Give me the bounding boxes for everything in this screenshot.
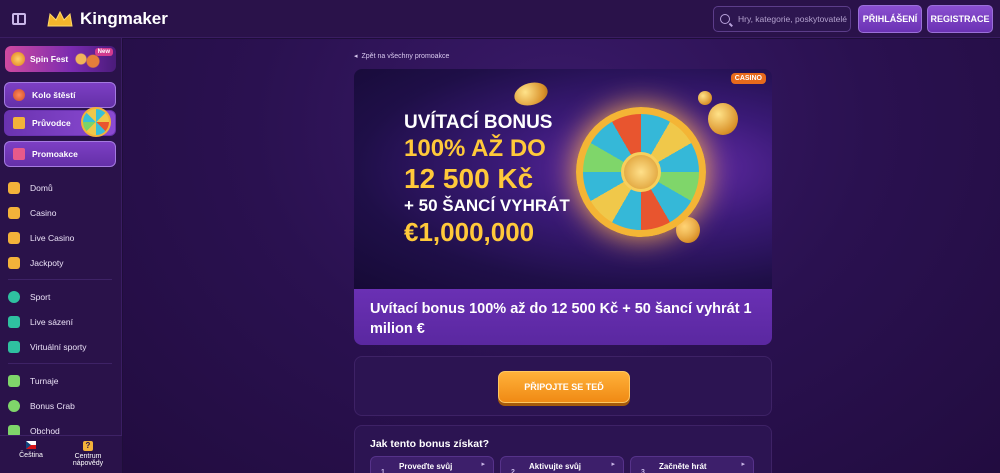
sidebar-footer: Čeština ? Centrum nápovědy xyxy=(0,435,122,473)
spin-fest-icon xyxy=(11,52,25,66)
help-icon: ? xyxy=(83,441,93,451)
step-card[interactable]: 3 Začněte hrát ▸ xyxy=(630,456,754,473)
live-casino-icon xyxy=(8,232,20,244)
top-header: Kingmaker PŘIHLÁŠENÍ REGISTRACE xyxy=(0,0,1000,38)
hero-line-5: €1,000,000 xyxy=(404,217,535,247)
back-link[interactable]: ◂ Zpět na všechny promoakce xyxy=(354,52,449,60)
help-label-line1: Centrum xyxy=(74,453,102,460)
how-to-get-bonus-card: Jak tento bonus získat? 1 Proveďte svůj … xyxy=(354,425,772,473)
spin-fest-banner[interactable]: Spin Fest New xyxy=(5,46,116,72)
help-center-link[interactable]: ? Centrum nápovědy xyxy=(68,441,108,467)
how-title: Jak tento bonus získat? xyxy=(370,438,490,450)
promo-hero-banner: UVÍTACÍ BONUS 100% AŽ DO 12 500 Kč + 50 … xyxy=(354,69,772,289)
sidebar-item-virtual-sports[interactable]: Virtuální sporty xyxy=(8,337,116,357)
sidebar-item-jackpots[interactable]: Jackpoty xyxy=(8,253,116,273)
sidebar-item-label: Live Casino xyxy=(30,233,75,243)
sidebar-item-label: Domů xyxy=(30,183,53,193)
sidebar-divider xyxy=(8,279,112,280)
book-icon xyxy=(13,117,25,129)
trophy-icon xyxy=(8,375,20,387)
sidebar-item-label: Kolo štěstí xyxy=(32,90,76,100)
sidebar-item-label: Casino xyxy=(30,208,57,218)
sidebar-item-guide[interactable]: Průvodce xyxy=(4,107,116,137)
promo-title: Uvítací bonus 100% až do 12 500 Kč + 50 … xyxy=(370,301,752,337)
coin-image xyxy=(708,103,738,135)
main-content: ◂ Zpět na všechny promoakce UVÍTACÍ BONUS… xyxy=(123,39,1000,473)
help-label-line2: nápovědy xyxy=(72,460,104,467)
search-icon xyxy=(720,14,730,24)
sidebar-item-promotions[interactable]: Promoakce xyxy=(4,141,116,167)
search-input[interactable] xyxy=(738,14,850,24)
sidebar-toggle-icon[interactable] xyxy=(12,12,26,25)
back-link-label: Zpět na všechny promoakce xyxy=(361,53,450,60)
guide-wheel-image xyxy=(81,107,111,137)
crown-icon xyxy=(46,10,74,28)
search-box[interactable] xyxy=(713,6,851,32)
join-now-button[interactable]: PŘIPOJTE SE TEĎ xyxy=(498,371,630,403)
language-label: Čeština xyxy=(19,452,43,459)
sidebar-item-home[interactable]: Domů xyxy=(8,178,116,198)
chevron-right-icon: ▸ xyxy=(481,461,485,468)
step-number: 1 xyxy=(381,469,385,473)
wheel-hub xyxy=(621,152,661,192)
step-number: 2 xyxy=(511,469,515,473)
register-button[interactable]: REGISTRACE xyxy=(927,5,993,33)
brand-name: Kingmaker xyxy=(80,8,168,28)
logo[interactable]: Kingmaker xyxy=(46,9,168,29)
gift-icon xyxy=(13,148,25,160)
chevron-right-icon: ▸ xyxy=(741,461,745,468)
step-label: Proveďte svůj xyxy=(399,462,453,471)
coin-image xyxy=(698,91,712,105)
step-card[interactable]: 2 Aktivujte svůj ▸ xyxy=(500,456,624,473)
sidebar-item-label: Virtuální sporty xyxy=(30,342,87,352)
hero-line-1: UVÍTACÍ BONUS xyxy=(404,112,553,133)
new-badge: New xyxy=(94,48,113,56)
wheel-icon xyxy=(13,89,25,101)
sidebar-item-label: Průvodce xyxy=(32,118,71,128)
language-selector[interactable]: Čeština xyxy=(16,441,46,459)
login-button[interactable]: PŘIHLÁŠENÍ xyxy=(858,5,922,33)
czech-flag-icon xyxy=(26,441,36,449)
step-number: 3 xyxy=(641,469,645,473)
hero-headline: UVÍTACÍ BONUS 100% AŽ DO 12 500 Kč + 50 … xyxy=(404,113,570,245)
sidebar: Spin Fest New Kolo štěstí Průvodce Promo… xyxy=(0,38,122,473)
sidebar-item-sport[interactable]: Sport xyxy=(8,287,116,307)
step-label: Začněte hrát xyxy=(659,462,707,471)
step-label: Aktivujte svůj xyxy=(529,462,582,471)
sidebar-item-live-betting[interactable]: Live sázení xyxy=(8,312,116,332)
sidebar-item-tournaments[interactable]: Turnaje xyxy=(8,371,116,391)
hero-line-2: 100% AŽ DO xyxy=(404,135,546,162)
sidebar-item-live-casino[interactable]: Live Casino xyxy=(8,228,116,248)
sidebar-item-wheel-of-fortune[interactable]: Kolo štěstí xyxy=(4,82,116,108)
hero-line-3: 12 500 Kč xyxy=(404,163,534,194)
sidebar-item-label: Turnaje xyxy=(30,376,59,386)
hero-line-4: + 50 ŠANCÍ VYHRÁT xyxy=(404,196,570,215)
home-icon xyxy=(8,182,20,194)
join-card: PŘIPOJTE SE TEĎ xyxy=(354,356,772,416)
sport-icon xyxy=(8,291,20,303)
casino-icon xyxy=(8,207,20,219)
step-card[interactable]: 1 Proveďte svůj ▸ xyxy=(370,456,494,473)
casino-badge: CASINO xyxy=(730,73,766,84)
promo-title-bar: Uvítací bonus 100% až do 12 500 Kč + 50 … xyxy=(354,289,772,345)
sidebar-item-bonus-crab[interactable]: Bonus Crab xyxy=(8,396,116,416)
bonus-crab-icon xyxy=(8,400,20,412)
fortune-wheel-image xyxy=(576,107,706,237)
sidebar-item-label: Jackpoty xyxy=(30,258,64,268)
sidebar-item-label: Live sázení xyxy=(30,317,73,327)
sidebar-item-label: Sport xyxy=(30,292,51,302)
sidebar-item-casino[interactable]: Casino xyxy=(8,203,116,223)
sidebar-item-label: Promoakce xyxy=(32,149,78,159)
chevron-right-icon: ▸ xyxy=(611,461,615,468)
coin-image xyxy=(511,78,551,110)
virtual-sports-icon xyxy=(8,341,20,353)
sidebar-divider xyxy=(8,363,112,364)
back-arrow-icon: ◂ xyxy=(354,53,358,60)
spin-fest-label: Spin Fest xyxy=(30,54,69,64)
jackpot-icon xyxy=(8,257,20,269)
live-betting-icon xyxy=(8,316,20,328)
sidebar-item-label: Bonus Crab xyxy=(30,401,75,411)
